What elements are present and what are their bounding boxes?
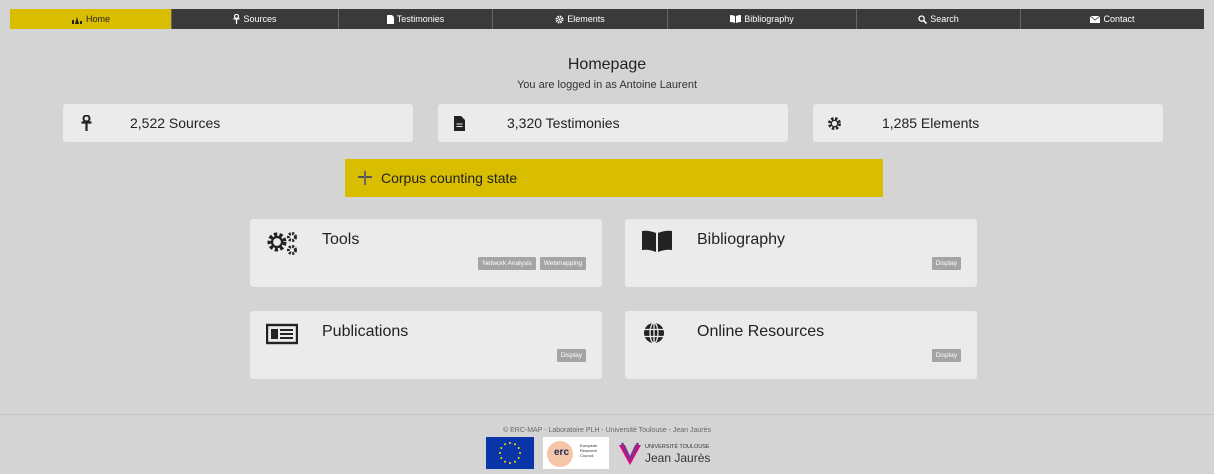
erc-logo: erc European Research Council: [543, 437, 609, 469]
card-bibliography-title: Bibliography: [697, 231, 786, 248]
card-online-resources-title: Online Resources: [697, 323, 825, 340]
file-icon: [386, 14, 394, 24]
home-icon: [71, 15, 83, 24]
search-icon: [918, 14, 928, 24]
nav-elements[interactable]: Elements: [493, 9, 668, 29]
page-title: Homepage: [567, 56, 647, 73]
network-analysis-button[interactable]: Network Analysis: [478, 257, 536, 270]
nav-contact[interactable]: Contact: [1021, 9, 1204, 29]
top-navbar: Home Sources Testimonies Elements Biblio…: [10, 9, 1204, 29]
bibliography-display-button[interactable]: Display: [931, 257, 961, 270]
publications-display-button[interactable]: Display: [556, 349, 586, 362]
card-tools-title: Tools: [322, 231, 360, 248]
webmapping-button[interactable]: Webmapping: [539, 257, 586, 270]
book-icon: [730, 15, 742, 23]
corpus-counting-state-button[interactable]: Corpus counting state: [345, 159, 883, 197]
nav-elements-label: Elements: [567, 14, 605, 24]
login-status: You are logged in as Antoine Laurent: [516, 79, 698, 91]
nav-sources[interactable]: Sources: [172, 9, 339, 29]
universite-toulouse-logo: UNIVERSITÉ TOULOUSE Jean Jaurès: [617, 439, 733, 469]
cogs-icon: [266, 229, 300, 262]
online-resources-display-button[interactable]: Display: [931, 349, 961, 362]
plus-icon: [357, 170, 373, 189]
stat-elements-label: 1,285 Elements: [882, 115, 980, 131]
stat-sources-label: 2,522 Sources: [130, 115, 221, 131]
card-publications: Publications Display: [250, 311, 602, 379]
nav-search[interactable]: Search: [857, 9, 1021, 29]
ankh-icon: [75, 114, 97, 132]
gear-icon: [823, 114, 845, 132]
envelope-icon: [1090, 15, 1101, 23]
nav-bibliography[interactable]: Bibliography: [668, 9, 857, 29]
card-tools: Tools Network Analysis Webmapping: [250, 219, 602, 287]
footer-divider: [0, 414, 1214, 415]
ankh-icon: [233, 14, 240, 24]
gear-icon: [555, 15, 564, 24]
newspaper-icon: [265, 321, 299, 350]
stat-testimonies-label: 3,320 Testimonies: [507, 115, 620, 131]
footer-copyright: © ERC-MAP - Laboratoire PLH - Université…: [503, 427, 711, 434]
card-bibliography: Bibliography Display: [625, 219, 977, 287]
nav-search-label: Search: [930, 14, 959, 24]
corpus-label: Corpus counting state: [381, 170, 518, 186]
book-icon: [641, 229, 673, 258]
nav-contact-label: Contact: [1103, 14, 1135, 24]
nav-home[interactable]: Home: [10, 9, 172, 29]
nav-testimonies-label: Testimonies: [396, 14, 445, 24]
globe-icon: [641, 321, 667, 352]
stat-elements[interactable]: 1,285 Elements: [813, 104, 1163, 142]
nav-home-label: Home: [85, 14, 110, 24]
eu-flag-logo: [486, 437, 534, 469]
nav-sources-label: Sources: [243, 14, 277, 24]
file-icon: [448, 114, 470, 132]
card-publications-title: Publications: [322, 323, 409, 340]
nav-bibliography-label: Bibliography: [744, 14, 794, 24]
stat-testimonies[interactable]: 3,320 Testimonies: [438, 104, 788, 142]
nav-testimonies[interactable]: Testimonies: [339, 9, 493, 29]
stat-sources[interactable]: 2,522 Sources: [63, 104, 413, 142]
card-online-resources: Online Resources Display: [625, 311, 977, 379]
